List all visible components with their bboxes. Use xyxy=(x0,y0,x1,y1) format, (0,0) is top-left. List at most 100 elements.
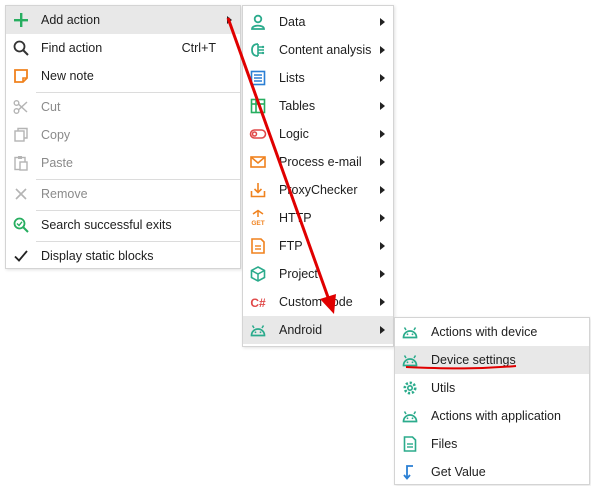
get-value-icon xyxy=(401,463,419,481)
submenu-item-project[interactable]: Project xyxy=(243,260,393,288)
display-static-blocks-label: Display static blocks xyxy=(41,249,154,263)
android-label: Android xyxy=(279,323,323,337)
remove-menu-item[interactable]: Remove xyxy=(6,180,240,208)
plus-icon xyxy=(12,11,30,29)
project-label: Project xyxy=(279,267,318,281)
find-action-shortcut: Ctrl+T xyxy=(181,41,216,55)
submenu-item-http[interactable]: GET HTTP xyxy=(243,204,393,232)
submenu-arrow-icon xyxy=(380,270,385,278)
submenu-arrow-icon xyxy=(380,46,385,54)
context-menu: Add action Find action Ctrl+T New note C… xyxy=(5,5,241,269)
find-action-label: Find action xyxy=(41,41,103,55)
paste-label: Paste xyxy=(41,156,73,170)
android-item-get-value[interactable]: Get Value xyxy=(395,458,589,486)
data-label: Data xyxy=(279,15,306,29)
lists-label: Lists xyxy=(279,71,305,85)
submenu-item-proxychecker[interactable]: ProxyChecker xyxy=(243,176,393,204)
cut-label: Cut xyxy=(41,100,61,114)
http-get-icon: GET xyxy=(249,209,267,227)
submenu-item-lists[interactable]: Lists xyxy=(243,64,393,92)
logic-label: Logic xyxy=(279,127,309,141)
copy-menu-item[interactable]: Copy xyxy=(6,121,240,149)
android-submenu: Actions with device Device settings Util… xyxy=(394,317,590,485)
submenu-item-custom-code[interactable]: C# Custom code xyxy=(243,288,393,316)
cube-icon xyxy=(249,265,267,283)
csharp-icon: C# xyxy=(249,293,267,311)
submenu-arrow-icon xyxy=(380,18,385,26)
submenu-item-process-email[interactable]: Process e-mail xyxy=(243,148,393,176)
toggle-icon xyxy=(249,125,267,143)
add-action-submenu: Data Content analysis Lists Tables Logic xyxy=(242,5,394,347)
envelope-icon xyxy=(249,153,267,171)
add-action-label: Add action xyxy=(41,13,101,27)
submenu-arrow-icon xyxy=(380,298,385,306)
submenu-arrow-icon xyxy=(380,130,385,138)
search-successful-exits-label: Search successful exits xyxy=(41,218,172,232)
content-analysis-label: Content analysis xyxy=(279,43,372,57)
android-item-actions-with-application[interactable]: Actions with application xyxy=(395,402,589,430)
find-action-menu-item[interactable]: Find action Ctrl+T xyxy=(6,34,240,62)
search-icon xyxy=(12,39,30,57)
note-icon xyxy=(12,67,30,85)
submenu-arrow-icon xyxy=(380,74,385,82)
search-check-icon xyxy=(12,216,30,234)
proxychecker-label: ProxyChecker xyxy=(279,183,358,197)
brain-icon xyxy=(249,41,267,59)
download-icon xyxy=(249,181,267,199)
actions-with-device-label: Actions with device xyxy=(431,325,538,339)
paste-menu-item[interactable]: Paste xyxy=(6,149,240,177)
ftp-file-icon xyxy=(249,237,267,255)
android-icon xyxy=(249,321,267,339)
ftp-label: FTP xyxy=(279,239,303,253)
http-get-icon-text: GET xyxy=(251,220,264,227)
scissors-icon xyxy=(12,98,30,116)
files-label: Files xyxy=(431,437,458,451)
remove-label: Remove xyxy=(41,187,88,201)
submenu-item-logic[interactable]: Logic xyxy=(243,120,393,148)
http-label: HTTP xyxy=(279,211,312,225)
checkmark-icon xyxy=(12,247,30,265)
new-note-label: New note xyxy=(41,69,94,83)
submenu-item-ftp[interactable]: FTP xyxy=(243,232,393,260)
android-item-utils[interactable]: Utils xyxy=(395,374,589,402)
paste-icon xyxy=(12,154,30,172)
utils-label: Utils xyxy=(431,381,456,395)
submenu-item-tables[interactable]: Tables xyxy=(243,92,393,120)
submenu-arrow-icon xyxy=(380,158,385,166)
copy-label: Copy xyxy=(41,128,71,142)
cut-menu-item[interactable]: Cut xyxy=(6,93,240,121)
file-icon xyxy=(401,435,419,453)
search-successful-exits-menu-item[interactable]: Search successful exits xyxy=(6,211,240,239)
copy-icon xyxy=(12,126,30,144)
table-icon xyxy=(249,97,267,115)
csharp-icon-text: C# xyxy=(250,296,266,310)
submenu-item-data[interactable]: Data xyxy=(243,8,393,36)
submenu-arrow-icon xyxy=(380,242,385,250)
list-icon xyxy=(249,69,267,87)
custom-code-label: Custom code xyxy=(279,295,353,309)
submenu-item-content-analysis[interactable]: Content analysis xyxy=(243,36,393,64)
close-icon xyxy=(12,185,30,203)
get-value-label: Get Value xyxy=(431,465,486,479)
android-icon xyxy=(401,407,419,425)
user-icon xyxy=(249,13,267,31)
submenu-arrow-icon xyxy=(380,326,385,334)
android-icon xyxy=(401,351,419,369)
gear-icon xyxy=(401,379,419,397)
submenu-arrow-icon xyxy=(380,186,385,194)
device-settings-label: Device settings xyxy=(431,353,516,367)
android-item-files[interactable]: Files xyxy=(395,430,589,458)
tables-label: Tables xyxy=(279,99,316,113)
new-note-menu-item[interactable]: New note xyxy=(6,62,240,90)
submenu-arrow-icon xyxy=(227,16,232,24)
android-item-actions-with-device[interactable]: Actions with device xyxy=(395,318,589,346)
actions-with-application-label: Actions with application xyxy=(431,409,561,423)
android-icon xyxy=(401,323,419,341)
submenu-arrow-icon xyxy=(380,102,385,110)
display-static-blocks-menu-item[interactable]: Display static blocks xyxy=(6,242,240,270)
android-item-device-settings[interactable]: Device settings xyxy=(395,346,589,374)
submenu-arrow-icon xyxy=(380,214,385,222)
submenu-item-android[interactable]: Android xyxy=(243,316,393,344)
add-action-menu-item[interactable]: Add action xyxy=(6,6,240,34)
process-email-label: Process e-mail xyxy=(279,155,362,169)
